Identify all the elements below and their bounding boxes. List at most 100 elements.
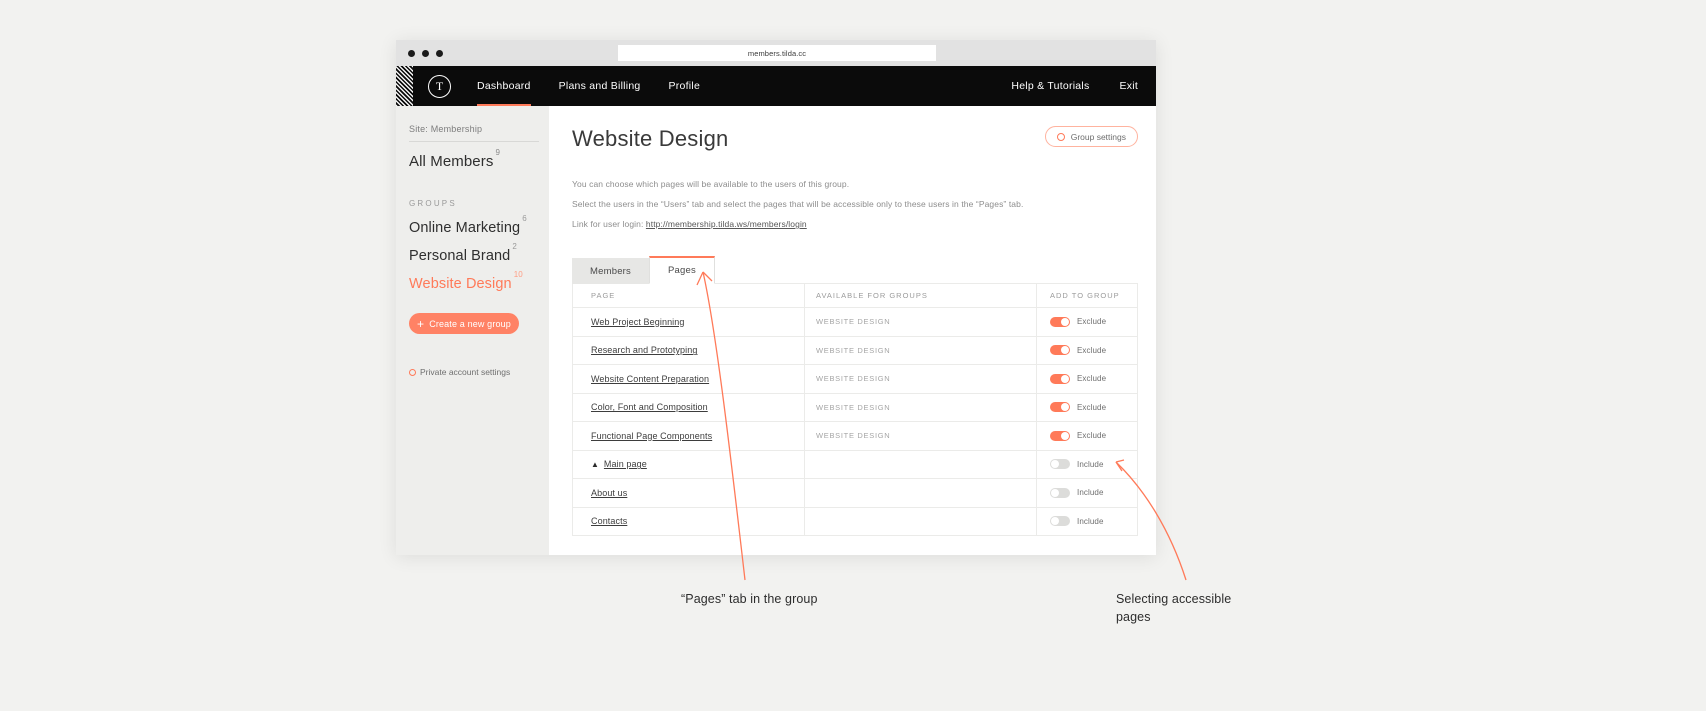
toggle-label: Exclude <box>1077 374 1107 384</box>
hatch-pattern-decoration <box>396 66 413 106</box>
create-new-group-button[interactable]: + Create a new group <box>409 313 519 335</box>
table-row: Color, Font and Composition WEBSITE DESI… <box>573 392 1137 421</box>
table-row: ▲ Main page Include <box>573 449 1137 478</box>
site-label: Site: Membership <box>409 124 539 142</box>
login-link-prefix: Link for user login: <box>572 219 644 229</box>
add-to-group-toggle[interactable] <box>1050 373 1070 384</box>
sidebar: Site: Membership All Members9 GROUPS Onl… <box>396 106 549 555</box>
add-to-group-toggle[interactable] <box>1050 459 1070 470</box>
top-navigation: T Dashboard Plans and Billing Profile He… <box>396 66 1156 106</box>
annotation-selecting-pages: Selecting accessible pages <box>1116 592 1232 624</box>
tab-members[interactable]: Members <box>572 258 649 284</box>
group-label: Online Marketing <box>409 219 521 236</box>
page-link[interactable]: Research and Prototyping <box>591 345 697 355</box>
toggle-knob <box>1061 403 1069 412</box>
available-group-tag: WEBSITE DESIGN <box>816 431 891 441</box>
main-content: Website Design Group settings You can ch… <box>549 106 1156 555</box>
nav-item-dashboard[interactable]: Dashboard <box>477 66 531 106</box>
minimize-icon[interactable] <box>422 49 429 57</box>
toggle-label: Include <box>1077 459 1104 469</box>
tab-pages[interactable]: Pages <box>649 256 715 284</box>
column-header-add-to-group: ADD TO GROUP <box>1050 291 1120 300</box>
tilda-logo-icon[interactable]: T <box>428 74 451 98</box>
page-link[interactable]: About us <box>591 488 627 498</box>
add-to-group-toggle[interactable] <box>1050 487 1070 498</box>
toggle-label: Exclude <box>1077 431 1107 441</box>
nav-item-profile[interactable]: Profile <box>669 66 701 106</box>
page-link[interactable]: Functional Page Components <box>591 431 712 441</box>
address-bar[interactable]: members.tilda.cc <box>618 45 936 61</box>
sidebar-item-website-design[interactable]: Website Design10 <box>409 270 549 292</box>
page-link[interactable]: Website Content Preparation <box>591 374 709 384</box>
description-line-1: You can choose which pages will be avail… <box>572 179 850 189</box>
page-link[interactable]: Color, Font and Composition <box>591 402 708 412</box>
private-account-settings-label: Private account settings <box>420 367 511 378</box>
toggle-knob <box>1051 460 1059 469</box>
nav-item-plans-and-billing[interactable]: Plans and Billing <box>559 66 641 106</box>
all-members-count: 9 <box>495 148 501 157</box>
group-settings-label: Group settings <box>1070 131 1126 142</box>
content-tabs: Members Pages <box>572 256 1138 284</box>
maximize-icon[interactable] <box>436 49 443 57</box>
add-to-group-toggle[interactable] <box>1050 516 1070 527</box>
toggle-label: Exclude <box>1077 402 1107 412</box>
app-body: Site: Membership All Members9 GROUPS Onl… <box>396 106 1156 555</box>
sidebar-item-online-marketing[interactable]: Online Marketing6 <box>409 214 549 236</box>
table-row: Functional Page Components WEBSITE DESIG… <box>573 421 1137 450</box>
table-row: About us Include <box>573 478 1137 507</box>
table-row: Research and Prototyping WEBSITE DESIGN … <box>573 335 1137 364</box>
group-settings-button[interactable]: Group settings <box>1044 126 1138 147</box>
toggle-knob <box>1051 517 1059 526</box>
add-to-group-toggle[interactable] <box>1050 430 1070 441</box>
available-group-tag: WEBSITE DESIGN <box>816 374 891 384</box>
plus-icon: + <box>417 316 425 331</box>
toggle-knob <box>1061 431 1069 440</box>
toggle-label: Include <box>1077 516 1104 526</box>
group-label: Personal Brand <box>409 247 511 264</box>
available-group-tag: WEBSITE DESIGN <box>816 317 891 327</box>
window-controls[interactable] <box>408 49 443 57</box>
table-row: Web Project Beginning WEBSITE DESIGN Exc… <box>573 307 1137 336</box>
browser-titlebar: members.tilda.cc <box>396 40 1156 66</box>
add-to-group-toggle[interactable] <box>1050 345 1070 356</box>
add-to-group-toggle[interactable] <box>1050 316 1070 327</box>
add-to-group-toggle[interactable] <box>1050 402 1070 413</box>
gear-icon <box>409 368 416 376</box>
column-header-page: PAGE <box>591 291 616 300</box>
description-line-2: Select the users in the “Users” tab and … <box>572 199 1024 209</box>
home-icon: ▲ <box>591 459 599 469</box>
user-login-link[interactable]: http://membership.tilda.ws/members/login <box>646 219 807 229</box>
page-link[interactable]: Web Project Beginning <box>591 317 685 327</box>
nav-item-help-and-tutorials[interactable]: Help & Tutorials <box>1011 66 1089 106</box>
sidebar-item-personal-brand[interactable]: Personal Brand2 <box>409 242 549 264</box>
description-block: You can choose which pages will be avail… <box>572 174 1138 234</box>
screenshot-stage: members.tilda.cc T Dashboard Plans and B… <box>0 0 1706 711</box>
table-row: Website Content Preparation WEBSITE DESI… <box>573 364 1137 393</box>
sidebar-item-all-members[interactable]: All Members9 <box>409 148 549 170</box>
toggle-knob <box>1061 317 1069 326</box>
column-header-available-for-groups: AVAILABLE FOR GROUPS <box>816 291 928 300</box>
toggle-label: Include <box>1077 488 1104 498</box>
page-link[interactable]: Main page <box>604 459 647 469</box>
toggle-knob <box>1051 488 1059 497</box>
secondary-nav: Help & Tutorials Exit <box>1011 66 1138 106</box>
table-row: Contacts Include <box>573 506 1137 535</box>
login-link-line: Link for user login: http://membership.t… <box>572 214 1138 234</box>
close-icon[interactable] <box>408 49 415 57</box>
group-count: 10 <box>513 269 523 279</box>
group-label: Website Design <box>409 275 512 292</box>
address-bar-url: members.tilda.cc <box>747 48 807 58</box>
pages-table: PAGE AVAILABLE FOR GROUPS ADD TO GROUP W… <box>572 283 1138 536</box>
all-members-label: All Members <box>409 153 494 170</box>
browser-window: members.tilda.cc T Dashboard Plans and B… <box>396 40 1156 555</box>
available-group-tag: WEBSITE DESIGN <box>816 402 891 412</box>
annotation-pages-tab: “Pages” tab in the group <box>681 592 818 606</box>
group-count: 6 <box>522 214 527 223</box>
private-account-settings-link[interactable]: Private account settings <box>409 367 549 377</box>
toggle-label: Exclude <box>1077 345 1107 355</box>
page-link[interactable]: Contacts <box>591 516 627 526</box>
nav-item-exit[interactable]: Exit <box>1119 66 1138 106</box>
toggle-knob <box>1061 346 1069 355</box>
groups-section-title: GROUPS <box>409 199 457 208</box>
group-count: 2 <box>512 241 517 251</box>
